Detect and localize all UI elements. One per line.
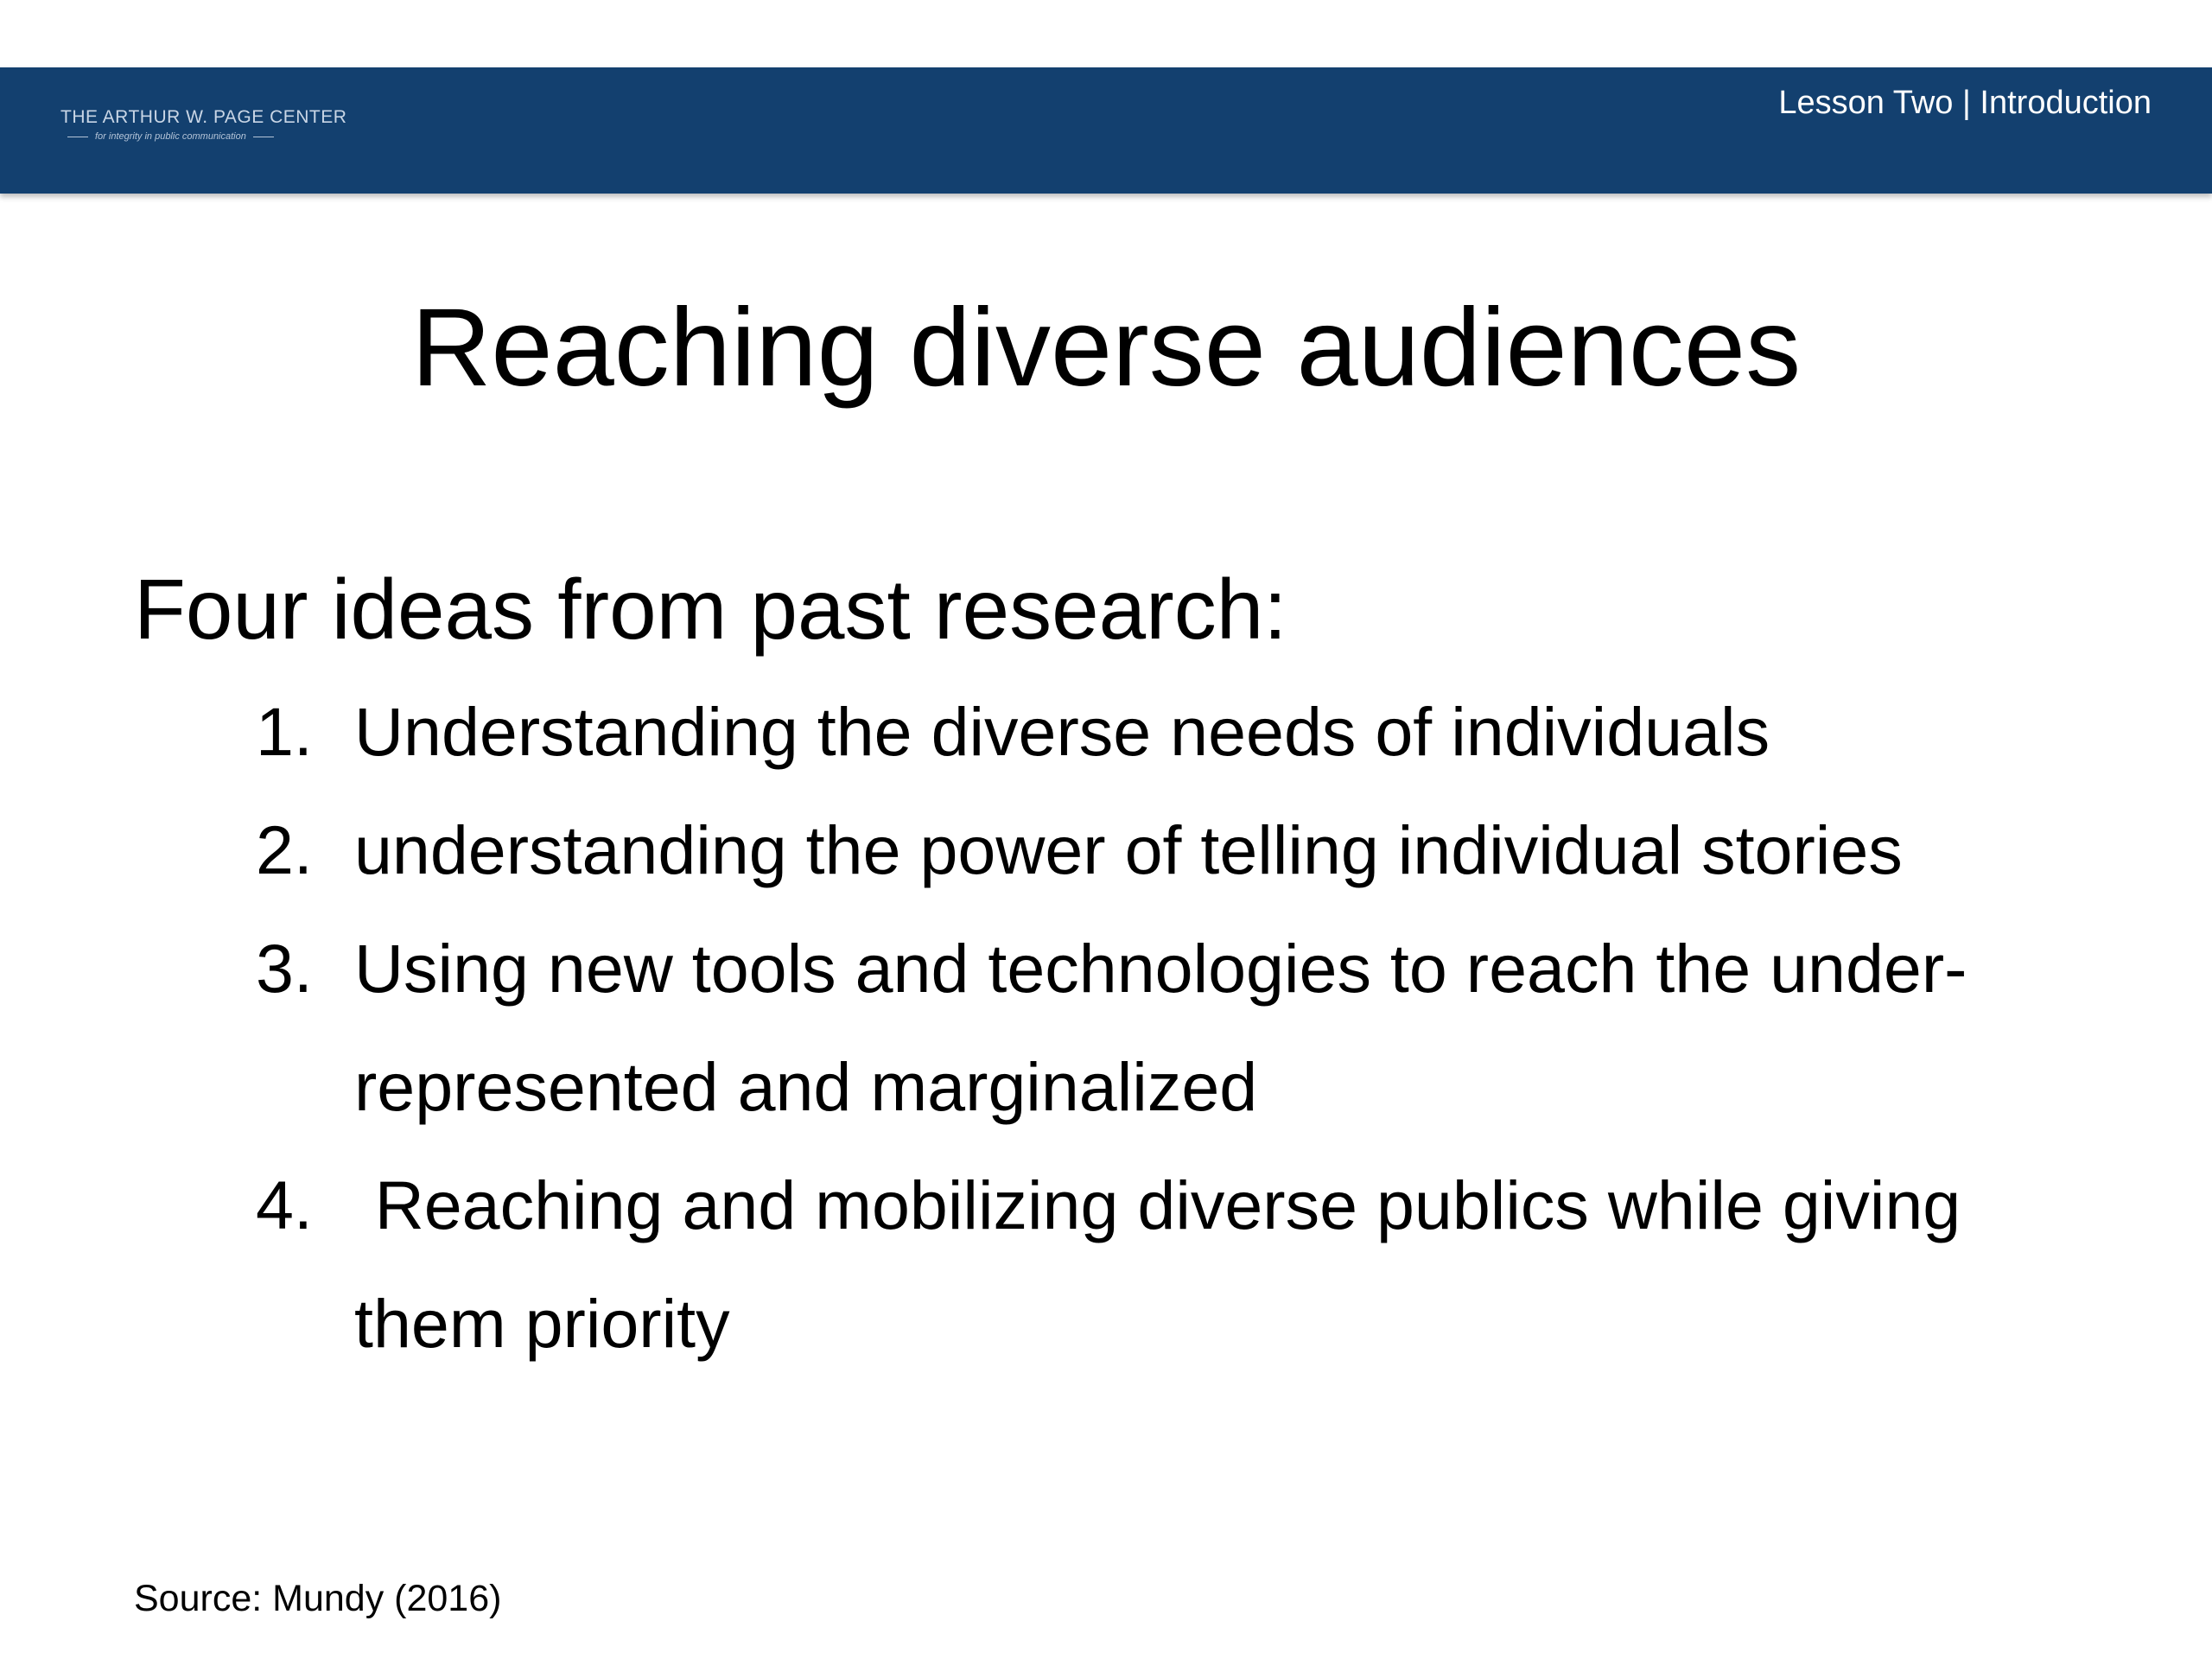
source-citation: Source: Mundy (2016) bbox=[134, 1578, 502, 1619]
idea-item-2: 2. understanding the power of telling in… bbox=[256, 791, 2113, 909]
idea-item-3: 3. Using new tools and technologies to r… bbox=[256, 909, 2113, 1146]
idea-number: 1. bbox=[256, 693, 313, 770]
idea-text: understanding the power of telling indiv… bbox=[354, 811, 1903, 888]
header-bar: THE ARTHUR W. PAGE CENTER for integrity … bbox=[0, 67, 2212, 194]
idea-text: Reaching and mobilizing diverse publics … bbox=[354, 1166, 1961, 1362]
idea-number: 3. bbox=[256, 930, 313, 1007]
idea-item-1: 1. Understanding the diverse needs of in… bbox=[256, 672, 2113, 791]
logo-tagline-text: for integrity in public communication bbox=[95, 131, 246, 142]
slide-title: Reaching diverse audiences bbox=[410, 286, 1802, 410]
lesson-label: Lesson Two | Introduction bbox=[1778, 85, 2152, 121]
idea-text: Using new tools and technologies to reac… bbox=[354, 930, 1967, 1125]
idea-number: 2. bbox=[256, 811, 313, 888]
intro-line: Four ideas from past research: bbox=[134, 562, 1287, 657]
logo-title: THE ARTHUR W. PAGE CENTER bbox=[60, 107, 347, 127]
idea-text: Understanding the diverse needs of indiv… bbox=[354, 693, 1770, 770]
logo-tagline: for integrity in public communication bbox=[60, 131, 328, 142]
idea-item-4: 4. Reaching and mobilizing diverse publi… bbox=[256, 1146, 2113, 1382]
idea-number: 4. bbox=[256, 1166, 313, 1243]
idea-list: 1. Understanding the diverse needs of in… bbox=[256, 672, 2113, 1382]
page-center-logo: THE ARTHUR W. PAGE CENTER for integrity … bbox=[60, 107, 347, 142]
